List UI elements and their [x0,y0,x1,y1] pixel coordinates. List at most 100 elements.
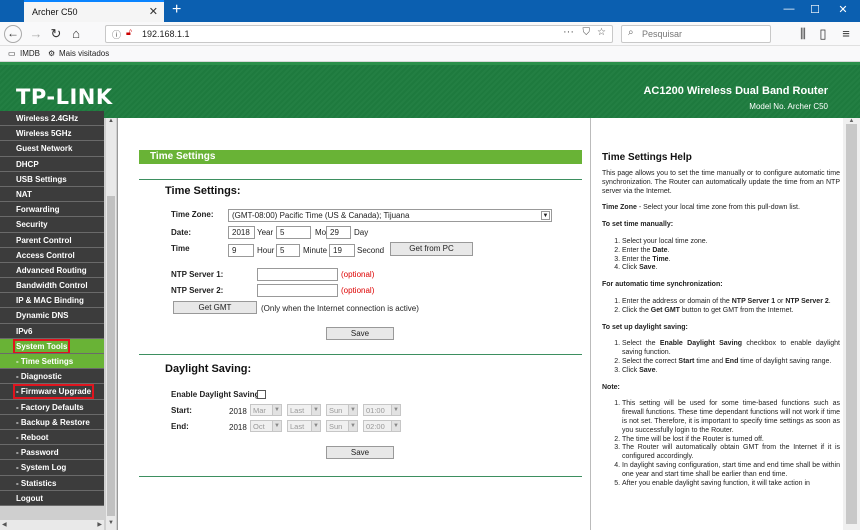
sidebar-item-label: Security [16,220,48,230]
sidebar-item-label: DHCP [16,159,39,169]
chevron-down-icon: ▼ [391,405,400,415]
back-icon[interactable]: ← [4,25,22,43]
sidebar-item-nat[interactable]: NAT [0,186,104,203]
sidebar-item-logout[interactable]: Logout [0,490,104,506]
get-from-pc-button[interactable]: Get from PC [390,242,473,256]
divider [139,179,582,180]
sidebar-hscrollbar[interactable]: ◀ ▶ [0,520,104,530]
second-input[interactable]: 19 [329,244,355,257]
sidebar-item-forwarding[interactable]: Forwarding [0,202,104,218]
sidebar-item-access-control[interactable]: Access Control [0,247,104,263]
list-item: Click Save. [622,264,840,273]
sidebar-item-wireless-2-4ghz[interactable]: Wireless 2.4GHz [0,111,104,127]
dst-start-day-select[interactable]: Sun ▼ [326,404,358,416]
search-icon: ⌕ [628,27,634,38]
sidebar-item-ipv6[interactable]: IPv6 [0,323,104,339]
new-tab-button[interactable]: + [172,1,181,19]
minimize-icon[interactable]: — [780,3,798,15]
sidebar-item-label: Parent Control [16,235,72,245]
browser-tab-bar: Archer C50 ✕ + — ☐ ✕ [0,0,860,22]
sidebar-item-label: - Statistics [16,478,57,488]
chevron-down-icon: ▼ [541,211,550,220]
forward-icon[interactable]: → [28,26,44,42]
info-icon[interactable]: ⓘ [112,28,121,41]
dst-enable-checkbox[interactable] [257,390,266,399]
sidebar-item-usb-settings[interactable]: USB Settings [0,171,104,187]
home-icon[interactable]: ⌂ [68,26,84,42]
sidebar-item-label: - Time Settings [16,357,74,366]
sidebar-item-statistics[interactable]: - Statistics [0,475,104,491]
browser-tab[interactable]: Archer C50 ✕ [24,0,164,22]
reload-icon[interactable]: ↻ [48,26,64,42]
sidebar-item-firmware-upgrade[interactable]: - Firmware Upgrade [0,384,104,400]
sidebar-item-security[interactable]: Security [0,217,104,233]
sidebar-item-label: Access Control [16,250,75,260]
dst-end-day-select[interactable]: Sun ▼ [326,420,358,432]
browser-nav-bar: ← → ↻ ⌂ ⓘ 🔓︎ 192.168.1.1 ··· ⛉ ☆ ⌕ Pesqu… [0,22,860,46]
sidebar-item-reboot[interactable]: - Reboot [0,429,104,446]
menu-icon[interactable]: ≡ [838,26,854,42]
sidebar-item-time-settings[interactable]: - Time Settings [0,354,104,370]
dst-start-month-select[interactable]: Mar ▼ [250,404,282,416]
dst-end-week-select[interactable]: Last ▼ [287,420,321,432]
chevron-down-icon: ▼ [348,405,357,415]
page-actions-icon[interactable]: ··· [563,26,574,38]
divider [139,354,582,355]
sidebar-item-system-log[interactable]: - System Log [0,460,104,476]
ntp1-input[interactable] [257,268,338,281]
chevron-down-icon: ▼ [311,405,320,415]
minute-input[interactable]: 5 [276,244,300,257]
sidebar-item-dhcp[interactable]: DHCP [0,156,104,172]
bookmark-most-visited[interactable]: Mais visitados [59,49,109,58]
sidebar-scroll-thumb[interactable] [107,196,115,516]
shield-icon[interactable]: ⛉ [583,27,591,38]
maximize-icon[interactable]: ☐ [806,3,824,16]
dst-end-month-select[interactable]: Oct ▼ [250,420,282,432]
search-input[interactable]: ⌕ Pesquisar [621,25,771,43]
bookmark-star-icon[interactable]: ☆ [597,27,606,38]
ntp2-input[interactable] [257,284,338,297]
sidebar-item-label: Logout [16,493,44,503]
help-scroll-thumb[interactable] [846,124,857,524]
save-button[interactable]: Save [326,327,394,340]
save-dst-button[interactable]: Save [326,446,394,459]
tp-link-logo: TP-LINK [16,85,113,109]
sidebar-item-parent-control[interactable]: Parent Control [0,232,104,248]
dst-start-time-select[interactable]: 01:00 ▼ [363,404,401,416]
month-input[interactable]: 5 [276,226,311,239]
list-item: In daylight saving configuration, start … [622,462,840,480]
sidebar-icon[interactable]: ▯ [815,26,831,42]
timezone-select[interactable]: (GMT-08:00) Pacific Time (US & Canada); … [228,209,552,222]
scroll-right-icon[interactable]: ▶ [97,521,102,528]
sidebar-item-wireless-5ghz[interactable]: Wireless 5GHz [0,126,104,142]
close-tab-icon[interactable]: ✕ [149,5,158,18]
sidebar-item-password[interactable]: - Password [0,445,104,461]
window-close-icon[interactable]: ✕ [834,3,852,16]
day-input[interactable]: 29 [326,226,351,239]
scroll-up-icon[interactable]: ▲ [106,118,116,124]
sidebar-item-backup-restore[interactable]: - Backup & Restore [0,414,104,430]
gmt-note: (Only when the Internet connection is ac… [261,304,419,313]
chevron-down-icon: ▼ [272,421,281,431]
sidebar-item-label: Advanced Routing [16,265,87,275]
get-gmt-button[interactable]: Get GMT [173,301,257,314]
library-icon[interactable]: ⫼ [795,26,811,42]
year-input[interactable]: 2018 [228,226,255,239]
sidebar-item-guest-network[interactable]: Guest Network [0,141,104,157]
dst-end-time-select[interactable]: 02:00 ▼ [363,420,401,432]
hour-input[interactable]: 9 [228,244,254,257]
scroll-down-icon[interactable]: ▼ [106,520,116,526]
sidebar-item-factory-defaults[interactable]: - Factory Defaults [0,399,104,415]
sidebar-item-ip-mac-binding[interactable]: IP & MAC Binding [0,293,104,309]
bookmark-imdb[interactable]: IMDB [20,49,40,58]
url-bar[interactable]: ⓘ 🔓︎ 192.168.1.1 ··· ⛉ ☆ [105,25,613,43]
sidebar-item-dynamic-dns[interactable]: Dynamic DNS [0,308,104,324]
sidebar-item-system-tools[interactable]: System Tools [0,338,104,354]
insecure-lock-icon[interactable]: 🔓︎ [126,27,132,38]
sidebar-item-bandwidth-control[interactable]: Bandwidth Control [0,278,104,294]
sidebar-item-advanced-routing[interactable]: Advanced Routing [0,262,104,279]
sidebar-item-diagnostic[interactable]: - Diagnostic [0,369,104,385]
scroll-up-icon[interactable]: ▲ [843,118,860,124]
scroll-left-icon[interactable]: ◀ [2,521,7,528]
dst-start-week-select[interactable]: Last ▼ [287,404,321,416]
